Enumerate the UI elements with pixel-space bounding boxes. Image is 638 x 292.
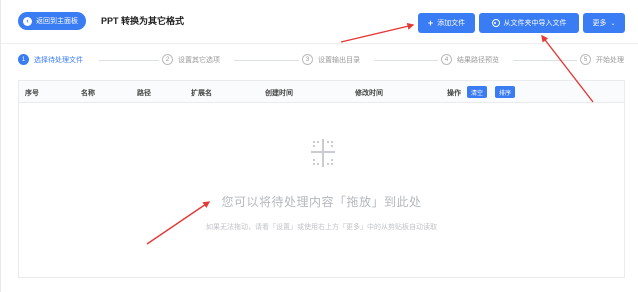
sort-button[interactable]: 排序: [495, 86, 516, 98]
drop-target-icon: [311, 139, 335, 167]
empty-drop-hint: 您可以将待处理内容「拖放」到此处: [221, 195, 422, 209]
step-connector: [99, 60, 159, 61]
step-label: 选择待处理文件: [34, 56, 83, 64]
step-number: 4: [441, 54, 452, 65]
step-label: 开始处理: [596, 56, 624, 64]
app-window: ‹ 返回到主面板 PPT 转换为其它格式 + 添加文件 从文件夹中导入文件 更多…: [0, 0, 638, 292]
step-result-preview[interactable]: 4 结果路径预览: [441, 54, 499, 65]
step-label: 设置输出目录: [318, 56, 360, 64]
column-actions: 操作: [447, 90, 461, 97]
column-index: 序号: [25, 90, 39, 97]
step-number: 2: [162, 54, 173, 65]
column-extension: 扩展名: [191, 90, 212, 97]
column-path: 路径: [137, 90, 151, 97]
header-bar: ‹ 返回到主面板 PPT 转换为其它格式 + 添加文件 从文件夹中导入文件 更多…: [1, 0, 638, 44]
chevron-down-icon: ⌄: [610, 20, 616, 27]
more-menu-button[interactable]: 更多 ⌄: [583, 13, 625, 33]
column-created-time: 创建时间: [265, 90, 293, 97]
step-label: 设置其它选项: [178, 56, 220, 64]
step-connector: [234, 60, 299, 61]
step-other-options[interactable]: 2 设置其它选项: [162, 54, 220, 65]
add-file-label: 添加文件: [437, 20, 466, 27]
empty-sub-hint: 如果无法拖动，请看「设置」或使用右上方「更多」中的从剪贴板自动读取: [206, 224, 437, 231]
step-output-dir[interactable]: 3 设置输出目录: [302, 54, 360, 65]
step-number: 1: [18, 54, 29, 65]
step-number: 5: [580, 54, 591, 65]
step-number: 3: [302, 54, 313, 65]
file-table: 序号 名称 路径 扩展名 创建时间 修改时间 操作 清空 排序 您可以将待处理内…: [18, 80, 625, 278]
step-label: 结果路径预览: [457, 56, 499, 64]
step-progress: 1 选择待处理文件 2 设置其它选项 3 设置输出目录 4 结果路径预览 5 开…: [1, 48, 638, 72]
plus-icon: +: [427, 17, 434, 28]
column-modified-time: 修改时间: [355, 90, 383, 97]
more-label: 更多: [592, 20, 607, 27]
step-connector: [513, 60, 577, 61]
back-to-main-button[interactable]: ‹ 返回到主面板: [18, 12, 86, 30]
step-connector: [374, 60, 438, 61]
import-from-folder-button[interactable]: 从文件夹中导入文件: [479, 13, 579, 33]
chevron-left-icon: ‹: [23, 16, 32, 26]
clear-button[interactable]: 清空: [467, 86, 488, 98]
table-header: 序号 名称 路径 扩展名 创建时间 修改时间 操作 清空 排序: [19, 81, 624, 103]
back-button-label: 返回到主面板: [36, 18, 78, 25]
step-start-processing[interactable]: 5 开始处理: [580, 54, 624, 65]
folder-target-icon: [491, 19, 500, 27]
page-title: PPT 转换为其它格式: [101, 16, 185, 26]
step-select-files[interactable]: 1 选择待处理文件: [18, 54, 83, 65]
add-file-button[interactable]: + 添加文件: [418, 13, 475, 33]
column-name: 名称: [81, 90, 95, 97]
import-folder-label: 从文件夹中导入文件: [503, 20, 567, 27]
